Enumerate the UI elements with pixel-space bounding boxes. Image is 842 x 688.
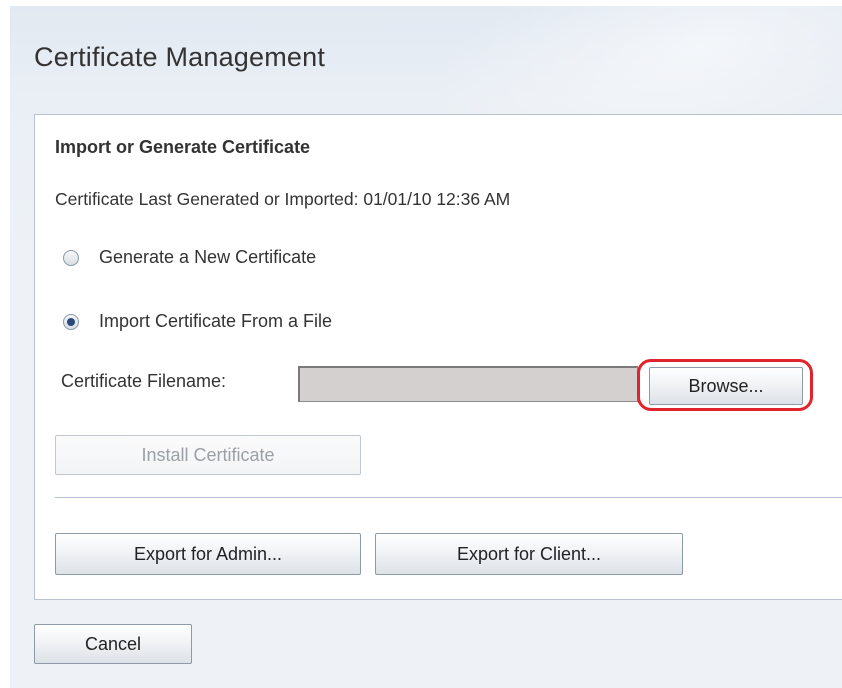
export-for-admin-button[interactable]: Export for Admin... — [55, 533, 361, 575]
cancel-button[interactable]: Cancel — [34, 624, 192, 664]
page-title: Certificate Management — [34, 42, 326, 72]
section-title: Import or Generate Certificate — [55, 137, 311, 157]
section-divider — [55, 497, 842, 498]
import-from-file-label: Import Certificate From a File — [99, 311, 333, 331]
certificate-filename-label: Certificate Filename: — [61, 371, 227, 391]
last-generated-text: Certificate Last Generated or Imported: … — [55, 189, 511, 209]
import-from-file-radio[interactable] — [63, 313, 79, 330]
page-background: Certificate Management Import or Generat… — [10, 6, 842, 688]
install-certificate-button[interactable]: Install Certificate — [55, 435, 361, 475]
certificate-filename-input[interactable] — [298, 366, 638, 402]
certificate-panel: Import or Generate Certificate Certifica… — [34, 114, 842, 600]
generate-new-option[interactable]: Generate a New Certificate — [63, 247, 316, 268]
import-from-file-option[interactable]: Import Certificate From a File — [63, 311, 332, 332]
browse-highlight-annotation — [637, 359, 813, 411]
generate-new-radio[interactable] — [63, 249, 79, 266]
export-for-client-button[interactable]: Export for Client... — [375, 533, 683, 575]
generate-new-label: Generate a New Certificate — [99, 247, 317, 267]
